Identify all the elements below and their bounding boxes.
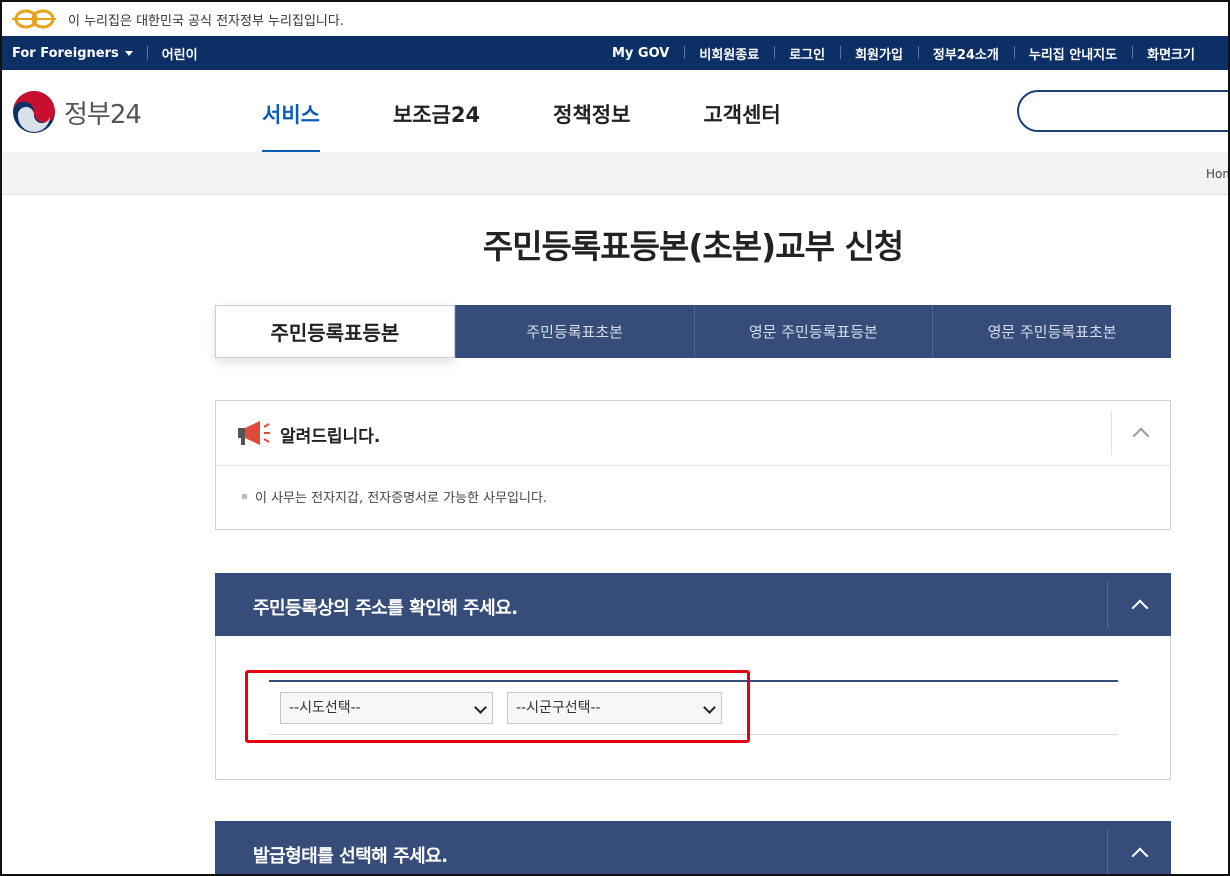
nav-subsidy24[interactable]: 보조금24 xyxy=(393,70,480,152)
certificate-tabs: 주민등록표등본 주민등록표초본 영문 주민등록표등본 영문 주민등록표초본 xyxy=(215,305,1171,358)
official-gov-banner: 이 누리집은 대한민국 공식 전자정부 누리집입니다. xyxy=(2,2,1228,37)
chevron-up-icon xyxy=(1131,599,1148,616)
chevron-up-icon xyxy=(1131,847,1148,864)
issue-type-section: 발급형태를 선택해 주세요. xyxy=(215,821,1171,874)
notice-title: 알려드립니다. xyxy=(280,427,381,447)
notice-collapse-button[interactable] xyxy=(1111,411,1170,455)
tab-resident-abstract[interactable]: 주민등록표초본 xyxy=(454,305,694,358)
breadcrumb: Home xyxy=(2,152,1228,195)
chevron-up-icon xyxy=(1132,427,1150,445)
sitemap-link[interactable]: 누리집 안내지도 xyxy=(1013,44,1132,63)
divider xyxy=(269,734,1118,735)
issue-type-collapse-button[interactable] xyxy=(1107,829,1171,874)
sigungu-select-value: --시군구선택-- xyxy=(516,700,601,716)
kids-link[interactable]: 어린이 xyxy=(162,44,198,63)
address-section-header: 주민등록상의 주소를 확인해 주세요. xyxy=(215,573,1171,636)
chevron-down-icon xyxy=(474,701,487,714)
signup-link[interactable]: 회원가입 xyxy=(840,44,918,63)
for-foreigners-dropdown[interactable]: For Foreigners xyxy=(12,46,133,61)
issue-type-section-header: 발급형태를 선택해 주세요. xyxy=(215,821,1171,874)
tab-english-resident-abstract[interactable]: 영문 주민등록표초본 xyxy=(932,305,1171,358)
megaphone-icon xyxy=(238,421,270,445)
address-section: 주민등록상의 주소를 확인해 주세요. --시도선택-- --시군구선택-- xyxy=(215,573,1171,780)
gov-banner-text: 이 누리집은 대한민국 공식 전자정부 누리집입니다. xyxy=(68,13,344,29)
nav-customer-center[interactable]: 고객센터 xyxy=(703,70,780,152)
notice-text: 이 사무는 전자지갑, 전자증명서로 가능한 사무입니다. xyxy=(255,491,548,506)
notice-panel: 알려드립니다. 이 사무는 전자지갑, 전자증명서로 가능한 사무입니다. xyxy=(215,400,1171,530)
for-foreigners-label: For Foreigners xyxy=(12,45,119,61)
screen-size-link[interactable]: 화면크기 xyxy=(1132,44,1210,63)
caret-down-icon xyxy=(124,50,133,56)
login-link[interactable]: 로그인 xyxy=(774,44,840,63)
page-title: 주민등록표등본(초본)교부 신청 xyxy=(482,227,904,266)
my-gov-link[interactable]: My GOV xyxy=(612,46,684,61)
gov24-logo[interactable]: 정부24 xyxy=(12,90,142,134)
egov-logo-icon xyxy=(12,9,56,29)
address-section-collapse-button[interactable] xyxy=(1107,581,1171,628)
main-navigation: 서비스 보조금24 정책정보 고객센터 xyxy=(262,70,854,154)
tab-english-resident-copy[interactable]: 영문 주민등록표등본 xyxy=(693,305,933,358)
site-header: 정부24 서비스 보조금24 정책정보 고객센터 xyxy=(2,70,1228,154)
taegeuk-logo-icon xyxy=(13,91,55,133)
divider xyxy=(269,680,1118,682)
sido-select-value: --시도선택-- xyxy=(289,700,361,716)
nav-services[interactable]: 서비스 xyxy=(262,70,320,154)
issue-type-section-title: 발급형태를 선택해 주세요. xyxy=(253,846,448,867)
chevron-down-icon xyxy=(703,701,716,714)
search-input[interactable] xyxy=(1017,90,1228,132)
sido-select[interactable]: --시도선택-- xyxy=(280,692,493,724)
tab-resident-copy[interactable]: 주민등록표등본 xyxy=(215,305,455,358)
breadcrumb-home-link[interactable]: Home xyxy=(1206,167,1228,181)
member-logout-link[interactable]: 비회원종료 xyxy=(684,44,774,63)
utility-bar: For Foreigners 어린이 My GOV 비회원종료 로그인 회원가입… xyxy=(2,36,1228,70)
bullet-icon xyxy=(242,494,247,499)
logo-text: 정부24 xyxy=(64,99,142,130)
notice-text-row: 이 사무는 전자지갑, 전자증명서로 가능한 사무입니다. xyxy=(242,487,547,506)
nav-policy-info[interactable]: 정책정보 xyxy=(553,70,630,152)
address-section-body: --시도선택-- --시군구선택-- xyxy=(215,636,1171,780)
divider xyxy=(146,46,148,60)
address-section-title: 주민등록상의 주소를 확인해 주세요. xyxy=(253,598,518,619)
browser-frame: 이 누리집은 대한민국 공식 전자정부 누리집입니다. For Foreigne… xyxy=(0,0,1230,876)
about-gov24-link[interactable]: 정부24소개 xyxy=(917,44,1014,63)
sigungu-select[interactable]: --시군구선택-- xyxy=(507,692,722,724)
